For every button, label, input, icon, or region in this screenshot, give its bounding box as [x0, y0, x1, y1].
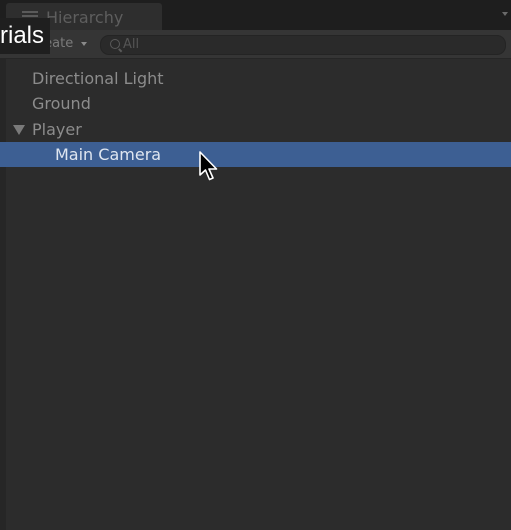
- hierarchy-window: Hierarchy Create All rials Directional L…: [0, 0, 511, 530]
- search-icon: [110, 39, 120, 49]
- search-placeholder: All: [123, 37, 140, 52]
- tree-item-player[interactable]: Player: [0, 117, 511, 142]
- tab-label: Hierarchy: [46, 8, 124, 27]
- tree-item-label: Player: [32, 120, 82, 139]
- tree-item-label: Directional Light: [32, 69, 164, 88]
- tree-item-ground[interactable]: Ground: [0, 91, 511, 116]
- video-caption-overlay: rials: [0, 18, 51, 54]
- hierarchy-toolbar: Create All: [0, 30, 511, 59]
- tree-item-main-camera[interactable]: Main Camera: [0, 142, 511, 167]
- dropdown-caret-icon: [81, 41, 88, 46]
- tree-item-label: Ground: [32, 94, 91, 113]
- tree-item-label: Main Camera: [55, 145, 162, 164]
- mouse-pointer-icon: [199, 151, 218, 181]
- search-input[interactable]: All: [100, 35, 506, 55]
- panel-menu-icon[interactable]: [502, 12, 508, 16]
- tree-item-directional-light[interactable]: Directional Light: [0, 66, 511, 91]
- foldout-expanded-icon[interactable]: [13, 125, 25, 135]
- tab-strip: Hierarchy: [0, 0, 511, 30]
